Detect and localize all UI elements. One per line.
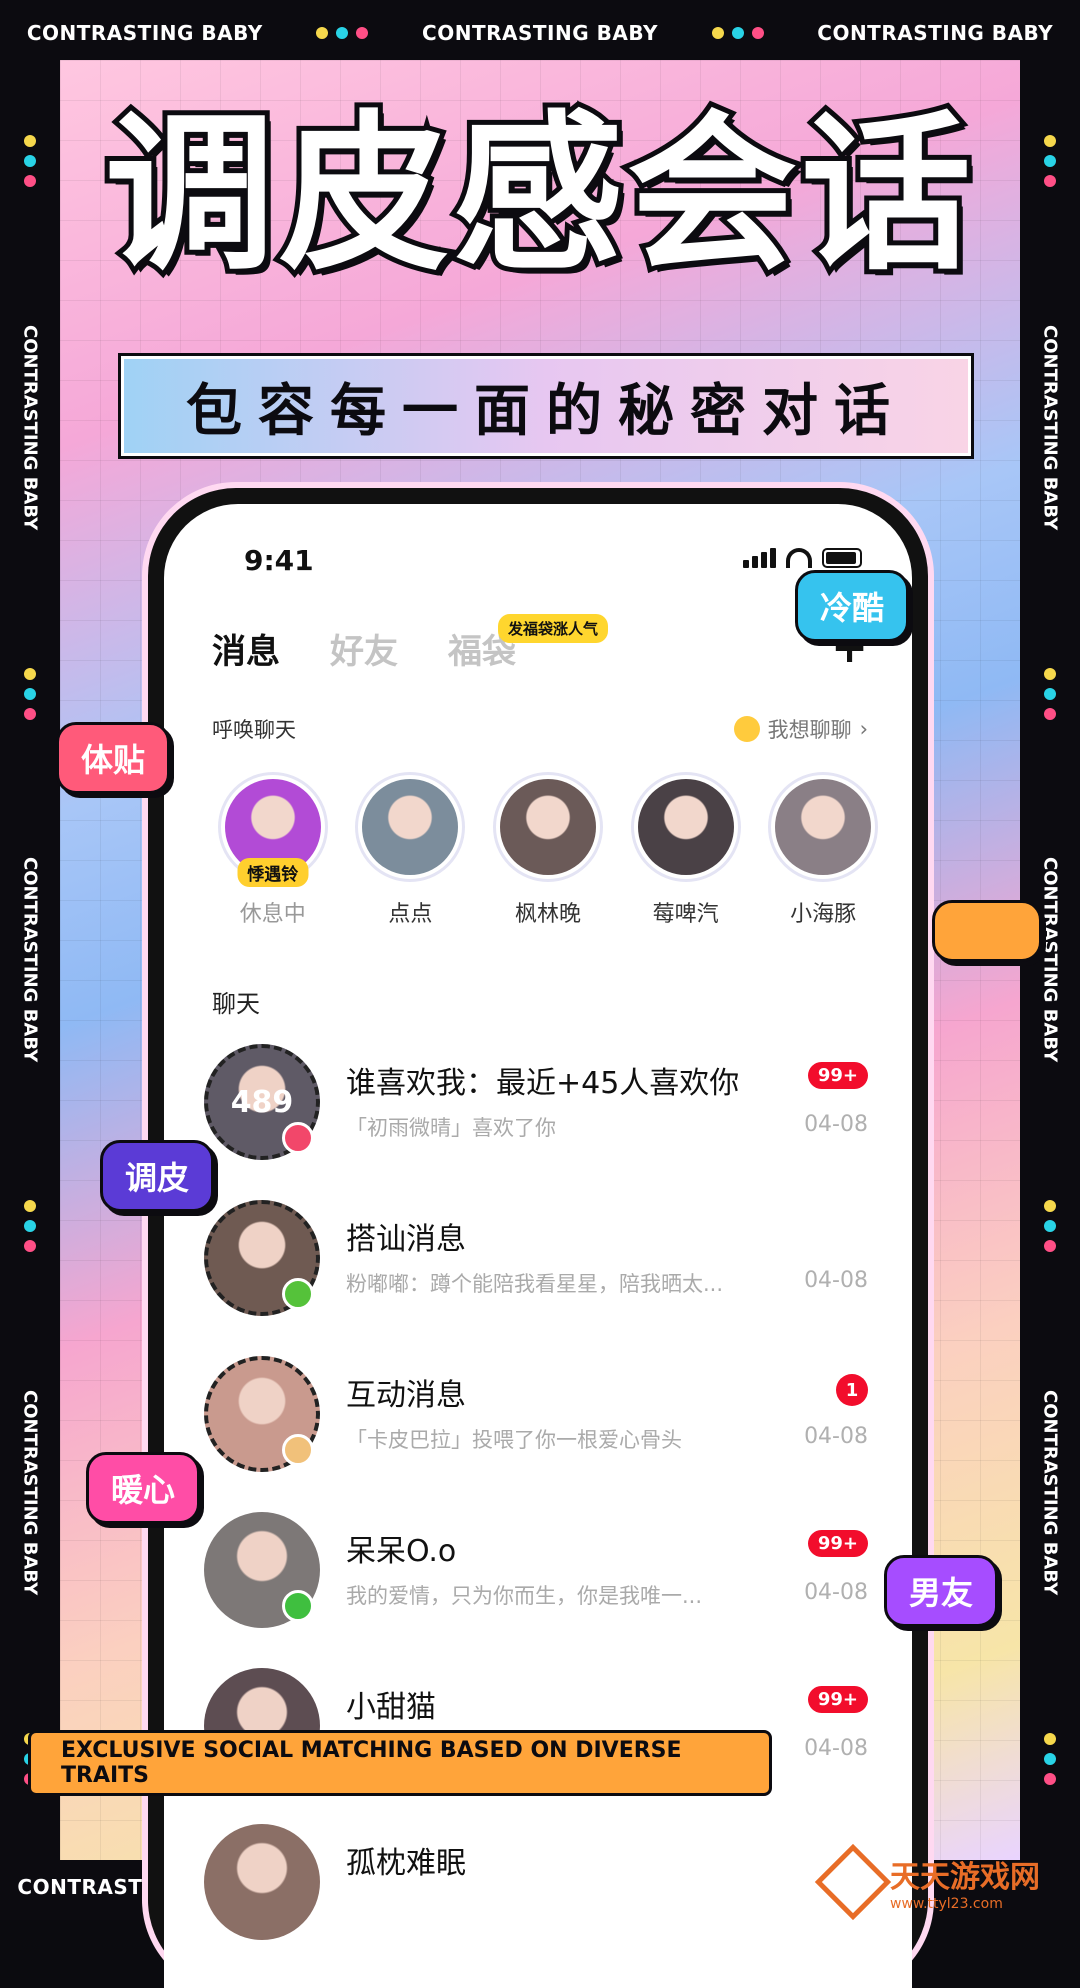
story-item[interactable]: 悸遇铃 休息中 — [204, 772, 342, 928]
wifi-icon — [786, 548, 812, 568]
unread-badge: 99+ — [807, 1530, 868, 1557]
chat-date: 04-08 — [804, 1736, 868, 1761]
frame-label: CONTRASTING BABY — [1039, 857, 1061, 1063]
story-name: 点点 — [388, 902, 433, 927]
chat-list: 489 谁喜欢我：最近+45人喜欢你 「初雨微晴」喜欢了你 04-08 99+ 搭讪消息粉… — [204, 1034, 868, 1970]
frame-label: CONTRASTING BABY — [817, 21, 1054, 45]
want-chat-link[interactable]: 我想聊聊 › — [733, 714, 868, 744]
chat-date: 04-08 — [804, 1268, 868, 1293]
chat-preview: 我的爱情，只为你而生，你是我唯一... — [346, 1584, 703, 1608]
headline: 调皮感会话 — [100, 96, 976, 294]
avatar — [204, 1824, 320, 1940]
avatar — [499, 779, 596, 875]
frame-label: CONTRASTING BABY — [1039, 324, 1061, 530]
watermark-url: www.ttyl23.com — [890, 1896, 1003, 1912]
chat-date: 04-08 — [804, 1580, 868, 1605]
frame-dots — [24, 1200, 36, 1253]
chat-item[interactable]: 呆呆O.o 我的爱情，只为你而生，你是我唯一... 04-08 99+ — [204, 1502, 868, 1658]
unread-badge: 1 — [836, 1374, 868, 1406]
chat-name: 搭讪消息 — [346, 1222, 466, 1257]
smile-emoji-icon — [733, 716, 760, 742]
orange-speech-tag — [932, 900, 1042, 962]
chat-preview: 「卡皮巴拉」投喂了你一根爱心骨头 — [346, 1428, 682, 1452]
frame-label: CONTRASTING BABY — [26, 21, 263, 45]
chat-date: 04-08 — [804, 1112, 868, 1137]
frame-dots — [711, 27, 764, 39]
chat-name: 孤枕难眠 — [346, 1846, 466, 1881]
summon-row: 呼唤聊天 我想聊聊 › — [212, 714, 868, 744]
avatar-badge-icon — [282, 1278, 314, 1310]
sub-banner: 包容每一面的秘密对话 — [118, 353, 974, 459]
story-name: 枫林晚 — [514, 902, 581, 927]
battery-icon — [822, 548, 862, 568]
avatar — [637, 779, 734, 875]
frame-label: CONTRASTING BABY — [19, 324, 41, 530]
story-item[interactable]: 莓啤汽 — [617, 772, 755, 928]
story-item[interactable]: 点点 — [342, 772, 480, 928]
chat-date: 04-08 — [804, 1424, 868, 1449]
avatar — [775, 779, 872, 875]
subheadline: 包容每一面的秘密对话 — [186, 378, 906, 444]
chat-name: 呆呆O.o — [346, 1534, 457, 1569]
avatar-badge-icon — [282, 1590, 314, 1622]
story-name: 小海豚 — [790, 902, 857, 927]
avatar-badge-icon — [282, 1434, 314, 1466]
avatar-badge-icon — [282, 1122, 314, 1154]
chat-section-title: 聊天 — [212, 990, 260, 1018]
chat-name: 小甜猫 — [346, 1690, 436, 1725]
frame-left-column: CONTRASTING BABY CONTRASTING BABY CONTRA… — [0, 66, 60, 1854]
story-list: 悸遇铃 休息中 点点 枫林晚 莓啤汽 小海豚 — [204, 772, 892, 928]
message-tabs: 消息 好友 福袋 — [212, 624, 516, 679]
frame-label: CONTRASTING BABY — [19, 857, 41, 1063]
story-ring — [768, 772, 879, 882]
tag-cool: 冷酷 — [795, 570, 910, 642]
story-item[interactable]: 枫林晚 — [479, 772, 617, 928]
story-item[interactable]: 小海豚 — [754, 772, 892, 928]
chat-item[interactable]: 搭讪消息粉嘟嘟：蹲个能陪我看星星，陪我晒太... 04-08 — [204, 1190, 868, 1346]
story-tag: 悸遇铃 — [237, 858, 309, 887]
frame-dots — [1044, 1733, 1056, 1786]
story-name: 休息中 — [239, 902, 306, 927]
chat-preview: 「初雨微晴」喜欢了你 — [346, 1116, 556, 1140]
watermark-logo-icon — [814, 1843, 892, 1921]
chat-preview: 粉嘟嘟：蹲个能陪我看星星，陪我晒太... — [346, 1272, 724, 1296]
frame-top-band: CONTRASTING BABY CONTRASTING BABY CONTRA… — [0, 0, 1080, 66]
story-ring — [630, 772, 741, 882]
tag-warm: 暖心 — [86, 1452, 201, 1524]
tag-playful: 调皮 — [100, 1140, 215, 1212]
unread-badge: 99+ — [807, 1686, 868, 1713]
story-name: 莓啤汽 — [652, 902, 719, 927]
chevron-right-icon: › — [859, 717, 868, 741]
tab-friends[interactable]: 好友 — [330, 624, 398, 673]
frame-label: CONTRASTING BABY — [422, 21, 658, 45]
tab-messages[interactable]: 消息 — [212, 624, 280, 679]
lucky-bag-badge[interactable]: 发福袋涨人气 — [498, 614, 609, 643]
frame-label: CONTRASTING BABY — [1039, 1390, 1061, 1596]
unread-badge: 99+ — [807, 1062, 868, 1089]
watermark-title: 天天游戏网 — [890, 1860, 1040, 1895]
chat-item[interactable]: 489 谁喜欢我：最近+45人喜欢你 「初雨微晴」喜欢了你 04-08 99+ — [204, 1034, 868, 1190]
tag-boyfriend: 男友 — [884, 1555, 999, 1627]
signal-icon — [743, 548, 776, 568]
frame-dots — [1044, 667, 1056, 720]
status-icons — [743, 548, 862, 568]
chat-item[interactable]: 互动消息「卡皮巴拉」投喂了你一根爱心骨头 04-08 1 — [204, 1346, 868, 1502]
want-chat-label: 我想聊聊 — [767, 718, 852, 742]
frame-label: CONTRASTING BABY — [19, 1390, 41, 1596]
frame-dots — [24, 667, 36, 720]
story-ring — [492, 772, 603, 882]
chat-item[interactable]: 孤枕难眠 — [204, 1814, 868, 1970]
avatar — [362, 779, 459, 875]
story-ring — [355, 772, 466, 882]
watermark: 天天游戏网 www.ttyl23.com — [814, 1843, 1040, 1921]
bottom-tagline: EXCLUSIVE SOCIAL MATCHING BASED ON DIVER… — [28, 1730, 772, 1796]
chat-name: 互动消息 — [346, 1378, 466, 1413]
frame-dots — [316, 27, 369, 39]
status-time: 9:41 — [244, 544, 314, 577]
tag-caring: 体贴 — [56, 722, 171, 794]
chat-name: 谁喜欢我：最近+45人喜欢你 — [346, 1066, 740, 1101]
summon-title: 呼唤聊天 — [212, 718, 296, 742]
frame-dots — [1044, 1200, 1056, 1253]
